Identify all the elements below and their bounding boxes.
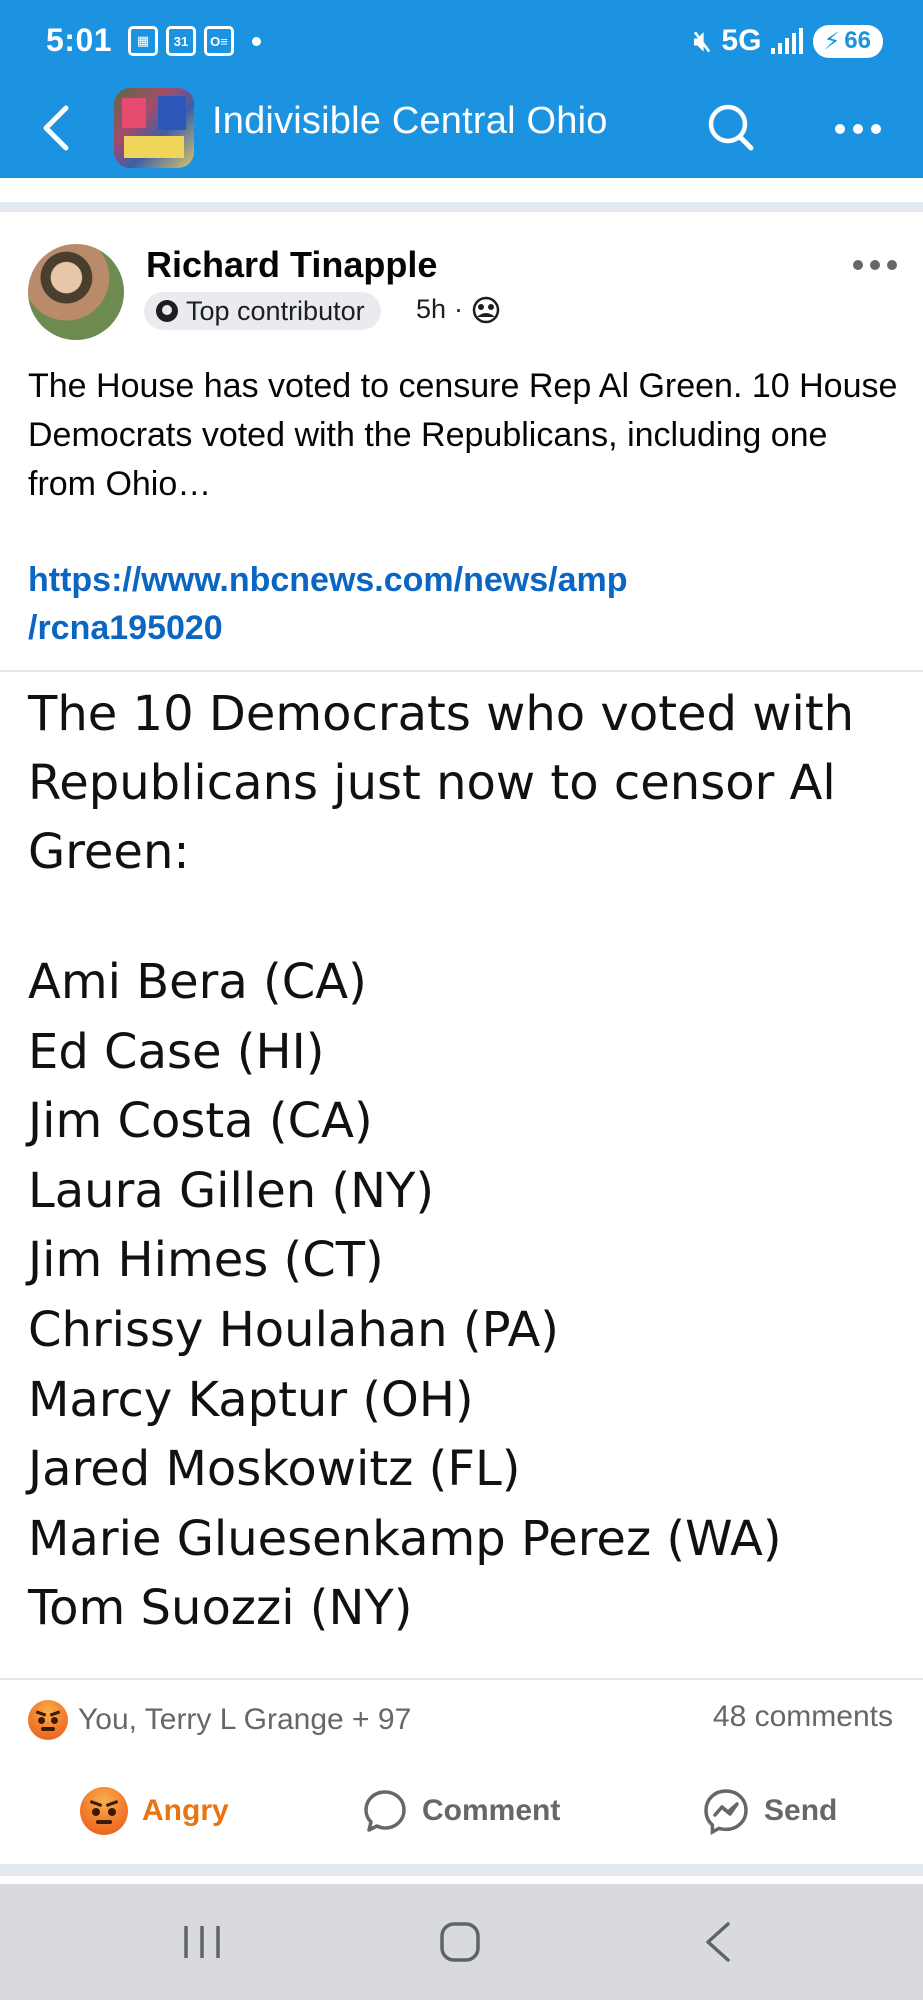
send-button[interactable]: Send [702, 1776, 837, 1846]
post-link-line-1[interactable]: https://www.nbcnews.com/news/amp [28, 556, 728, 604]
status-notification-icons: ▦ 31 O≡ [128, 26, 261, 56]
comments-count[interactable]: 48 comments [713, 1700, 893, 1734]
send-label: Send [764, 1794, 838, 1827]
calendar-31-icon: 31 [166, 26, 196, 56]
post-text: The House has voted to censure Rep Al Gr… [28, 367, 898, 503]
mute-icon: 🔇︎ [693, 24, 712, 56]
list-item: Chrissy Houlahan (PA) [28, 1301, 559, 1358]
angry-reaction-icon [28, 1700, 68, 1740]
outlook-icon: O≡ [204, 26, 234, 56]
comment-icon [364, 1790, 406, 1832]
list-item: Tom Suozzi (NY) [28, 1580, 413, 1637]
top-contributor-badge[interactable]: Top contributor [144, 292, 381, 330]
calendar-icon: ▦ [128, 26, 158, 56]
meta-separator: · [454, 294, 464, 324]
author-name[interactable]: Richard Tinapple [146, 244, 437, 286]
system-nav-bar [0, 1884, 923, 2000]
badge-icon [156, 300, 178, 322]
post-image[interactable]: The 10 Democrats who voted with Republic… [0, 672, 923, 1676]
badge-label: Top contributor [186, 295, 365, 326]
status-time: 5:01 [46, 22, 113, 58]
list-item: Marie Gluesenkamp Perez (WA) [28, 1510, 782, 1567]
status-bar: 5:01 ▦ 31 O≡ 🔇︎ 5G ⚡︎ 66 [0, 0, 923, 84]
top-bar: 5:01 ▦ 31 O≡ 🔇︎ 5G ⚡︎ 66 Indivisible Cen… [0, 0, 923, 178]
image-member-list: Ami Bera (CA) Ed Case (HI) Jim Costa (CA… [28, 948, 782, 1644]
list-item: Laura Gillen (NY) [28, 1162, 435, 1219]
author-avatar[interactable] [28, 244, 124, 340]
battery-charging-icon: ⚡︎ [823, 27, 841, 55]
home-icon[interactable] [438, 1920, 482, 1964]
search-icon[interactable] [706, 100, 756, 156]
group-avatar[interactable] [114, 88, 194, 168]
list-item: Jim Himes (CT) [28, 1232, 384, 1289]
post-options-icon[interactable] [850, 250, 900, 280]
signal-icon [771, 28, 804, 54]
angry-icon [80, 1787, 128, 1835]
post-time[interactable]: 5h [416, 294, 446, 325]
comment-label: Comment [422, 1794, 561, 1827]
more-horizontal-icon[interactable] [830, 104, 886, 154]
list-item: Jim Costa (CA) [28, 1093, 373, 1150]
list-item: Ed Case (HI) [28, 1023, 325, 1080]
reactions-summary[interactable]: You, Terry L Grange + 97 [28, 1700, 411, 1740]
battery-icon: ⚡︎ 66 [813, 24, 883, 58]
network-type: 5G [721, 24, 762, 57]
nav-back-icon[interactable] [700, 1920, 736, 1964]
back-arrow-icon[interactable] [36, 100, 76, 156]
group-title[interactable]: Indivisible Central Ohio [212, 100, 608, 143]
list-item: Jared Moskowitz (FL) [28, 1441, 521, 1498]
angry-label: Angry [142, 1794, 229, 1827]
messenger-icon [704, 1789, 748, 1835]
app-header: Indivisible Central Ohio [0, 84, 923, 178]
recent-apps-icon[interactable] [180, 1922, 224, 1962]
angry-reaction-button[interactable]: Angry [80, 1776, 229, 1846]
divider [0, 1678, 923, 1680]
reactions-text: You, Terry L Grange + 97 [78, 1703, 412, 1736]
status-system-icons: 🔇︎ 5G ⚡︎ 66 [694, 24, 883, 58]
battery-level: 66 [844, 27, 871, 54]
notification-dot-icon [252, 36, 261, 46]
list-item: Marcy Kaptur (OH) [28, 1371, 474, 1428]
comment-button[interactable]: Comment [362, 1776, 560, 1846]
group-audience-icon [472, 296, 500, 323]
list-item: Ami Bera (CA) [28, 954, 367, 1010]
post-meta: 5h · [416, 294, 501, 325]
post-link-line-2[interactable]: /rcna195020 [28, 604, 728, 652]
post-link[interactable]: https://www.nbcnews.com/news/amp /rcna19… [28, 556, 728, 652]
image-heading: The 10 Democrats who voted with Republic… [28, 686, 855, 880]
post-action-bar: Angry Comment Send [0, 1776, 923, 1846]
feed-separator [0, 1864, 923, 1876]
feed-separator [0, 202, 923, 212]
